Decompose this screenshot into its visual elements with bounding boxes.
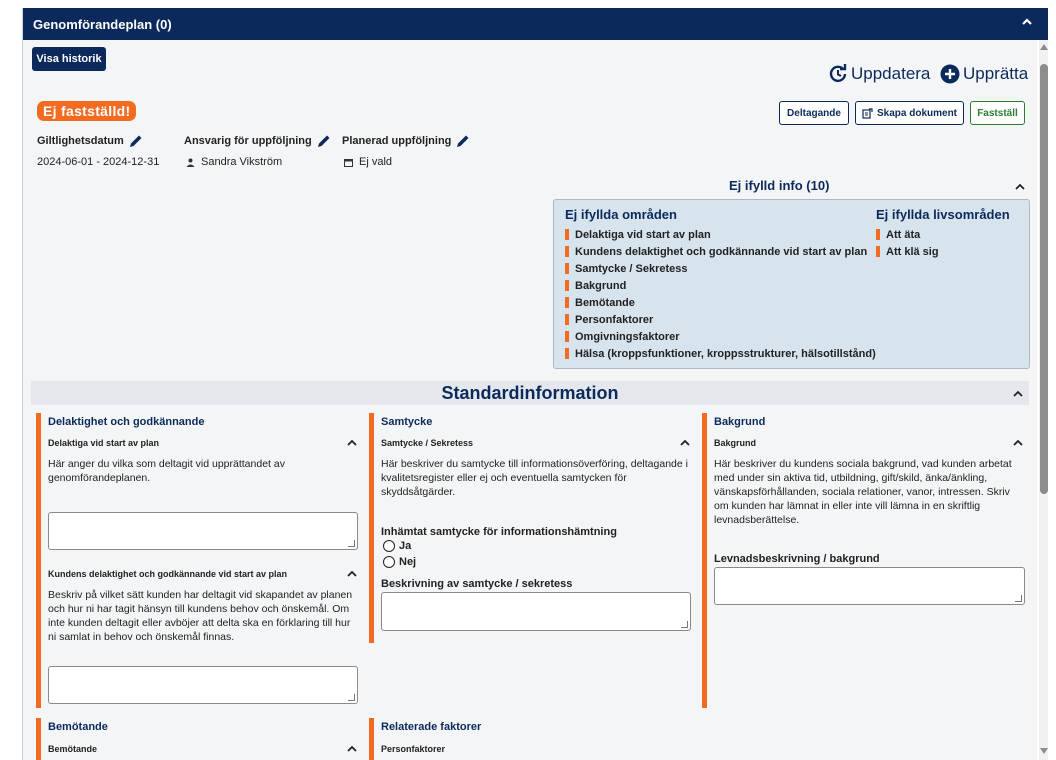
collapse-icon[interactable]: [345, 436, 359, 450]
plan-header-bar[interactable]: Genomförandeplan (0): [23, 8, 1048, 40]
list-item[interactable]: Kundens delaktighet och godkännande vid …: [565, 243, 876, 260]
refresh-icon: [829, 64, 847, 83]
consent-description-textarea[interactable]: [381, 592, 691, 631]
refresh-button[interactable]: Uppdatera: [828, 64, 930, 84]
life-story-label: Levnadsbeskrivning / bakgrund: [714, 553, 880, 565]
missing-info-box: Ej ifyllda områden Delaktiga vid start a…: [553, 199, 1030, 369]
history-button[interactable]: Visa historik: [32, 47, 106, 71]
consent-no-radio[interactable]: Nej: [383, 556, 416, 568]
vertical-scrollbar[interactable]: [1039, 40, 1048, 760]
document-icon: [862, 107, 873, 119]
followup-field: Planerad uppföljning: [342, 133, 471, 149]
list-item[interactable]: Delaktiga vid start av plan: [565, 226, 876, 243]
section-samtycke: Samtycke Samtycke / Sekretess Här beskri…: [369, 413, 697, 643]
subsection-description: Här anger du vilka som deltagit vid uppr…: [48, 458, 285, 484]
collapse-icon[interactable]: [1021, 16, 1033, 28]
section-title: Bakgrund: [714, 416, 766, 428]
create-plan-button[interactable]: Upprätta: [940, 64, 1028, 84]
scroll-down-icon[interactable]: [1040, 748, 1048, 754]
subsection-description: Här beskriver du kundens sociala bakgrun…: [714, 458, 1012, 526]
participation-button[interactable]: Deltagande: [779, 101, 849, 125]
subsection-title: Delaktiga vid start av plan: [48, 438, 160, 448]
consent-question: Inhämtat samtycke för informationshämtni…: [381, 526, 617, 538]
list-item[interactable]: Att äta: [876, 226, 939, 243]
missing-info-heading[interactable]: Ej ifylld info (10): [729, 178, 829, 193]
standard-info-collapse-icon[interactable]: [1011, 387, 1025, 401]
create-document-label: Skapa dokument: [876, 107, 958, 119]
add-circle-icon: [940, 64, 960, 84]
edit-followup-icon[interactable]: [455, 133, 471, 149]
subsection-description: Här beskriver du samtycke till informati…: [381, 458, 688, 498]
followup-value: Ej vald: [359, 156, 393, 168]
section-title: Delaktighet och godkännande: [48, 416, 205, 428]
list-item[interactable]: Hälsa (kroppsfunktioner, kroppsstrukture…: [565, 345, 876, 362]
subsection-title: Bakgrund: [714, 438, 757, 448]
collapse-icon[interactable]: [345, 742, 359, 756]
edit-responsible-icon[interactable]: [316, 133, 332, 149]
consent-yes-radio[interactable]: Ja: [383, 540, 411, 552]
participants-textarea[interactable]: [48, 512, 358, 550]
responsible-value: Sandra Vikström: [201, 156, 283, 168]
subsection-title: Samtycke / Sekretess: [381, 438, 474, 448]
standard-info-bar[interactable]: Standardinformation: [31, 381, 1029, 405]
calendar-icon: [344, 158, 353, 167]
section-relaterade: Relaterade faktorer Personfaktorer: [369, 718, 697, 760]
section-bakgrund: Bakgrund Bakgrund Här beskriver du kunde…: [702, 413, 1030, 708]
plan-title: Genomförandeplan (0): [33, 16, 172, 32]
list-item[interactable]: Personfaktorer: [565, 311, 876, 328]
missing-info-collapse-icon[interactable]: [1013, 180, 1027, 194]
validity-field: Giltlighetsdatum: [37, 133, 144, 149]
refresh-label: Uppdatera: [851, 64, 931, 83]
validity-label: Giltlighetsdatum: [37, 135, 124, 147]
create-plan-label: Upprätta: [963, 64, 1029, 83]
followup-value-row: Ej vald: [344, 156, 392, 168]
missing-areas-heading: Ej ifyllda områden: [565, 207, 677, 222]
subsection-title: Kundens delaktighet och godkännande vid …: [48, 569, 288, 579]
life-story-textarea[interactable]: [714, 567, 1025, 605]
list-item[interactable]: Samtycke / Sekretess: [565, 260, 876, 277]
missing-life-areas-list: Att äta Att klä sig: [876, 226, 939, 260]
responsible-value-row: Sandra Vikström: [186, 156, 282, 168]
validity-value: 2024-06-01 - 2024-12-31: [37, 156, 160, 168]
collapse-icon[interactable]: [1011, 436, 1025, 450]
scroll-up-icon[interactable]: [1040, 44, 1048, 50]
responsible-label: Ansvarig för uppföljning: [184, 135, 312, 147]
missing-life-areas-heading: Ej ifyllda livsområden: [876, 207, 1010, 222]
section-title: Relaterade faktorer: [381, 721, 482, 733]
section-delaktighet: Delaktighet och godkännande Delaktiga vi…: [36, 413, 364, 708]
missing-areas-list: Delaktiga vid start av plan Kundens dela…: [565, 226, 876, 362]
plan-content: Visa historik Uppdatera Upprätta Ej fast…: [23, 40, 1037, 760]
customer-participation-textarea[interactable]: [48, 666, 358, 704]
subsection-title: Bemötande: [48, 744, 98, 754]
plan-window: Genomförandeplan (0) Visa historik Uppda…: [22, 8, 1048, 760]
subsection-description: Beskriv på vilket sätt kunden har deltag…: [48, 589, 353, 643]
section-bemotande: Bemötande Bemötande: [36, 718, 364, 760]
scrollbar-thumb[interactable]: [1040, 64, 1048, 494]
create-document-button[interactable]: Skapa dokument: [855, 101, 964, 125]
section-title: Samtycke: [381, 416, 433, 428]
confirm-button[interactable]: Fastställ: [970, 101, 1025, 125]
list-item[interactable]: Bakgrund: [565, 277, 876, 294]
list-item[interactable]: Att klä sig: [876, 243, 939, 260]
collapse-icon[interactable]: [678, 436, 692, 450]
status-badge: Ej fastställd!: [37, 101, 137, 121]
list-item[interactable]: Bemötande: [565, 294, 876, 311]
subsection-title: Personfaktorer: [381, 744, 446, 754]
person-icon: [186, 158, 195, 167]
responsible-field: Ansvarig för uppföljning: [184, 133, 332, 149]
section-title: Bemötande: [48, 721, 108, 733]
followup-label: Planerad uppföljning: [342, 135, 452, 147]
edit-validity-icon[interactable]: [128, 133, 144, 149]
list-item[interactable]: Omgivningsfaktorer: [565, 328, 876, 345]
collapse-icon[interactable]: [345, 567, 359, 581]
consent-description-label: Beskrivning av samtycke / sekretess: [381, 578, 573, 590]
standard-info-heading: Standardinformation: [441, 383, 619, 403]
